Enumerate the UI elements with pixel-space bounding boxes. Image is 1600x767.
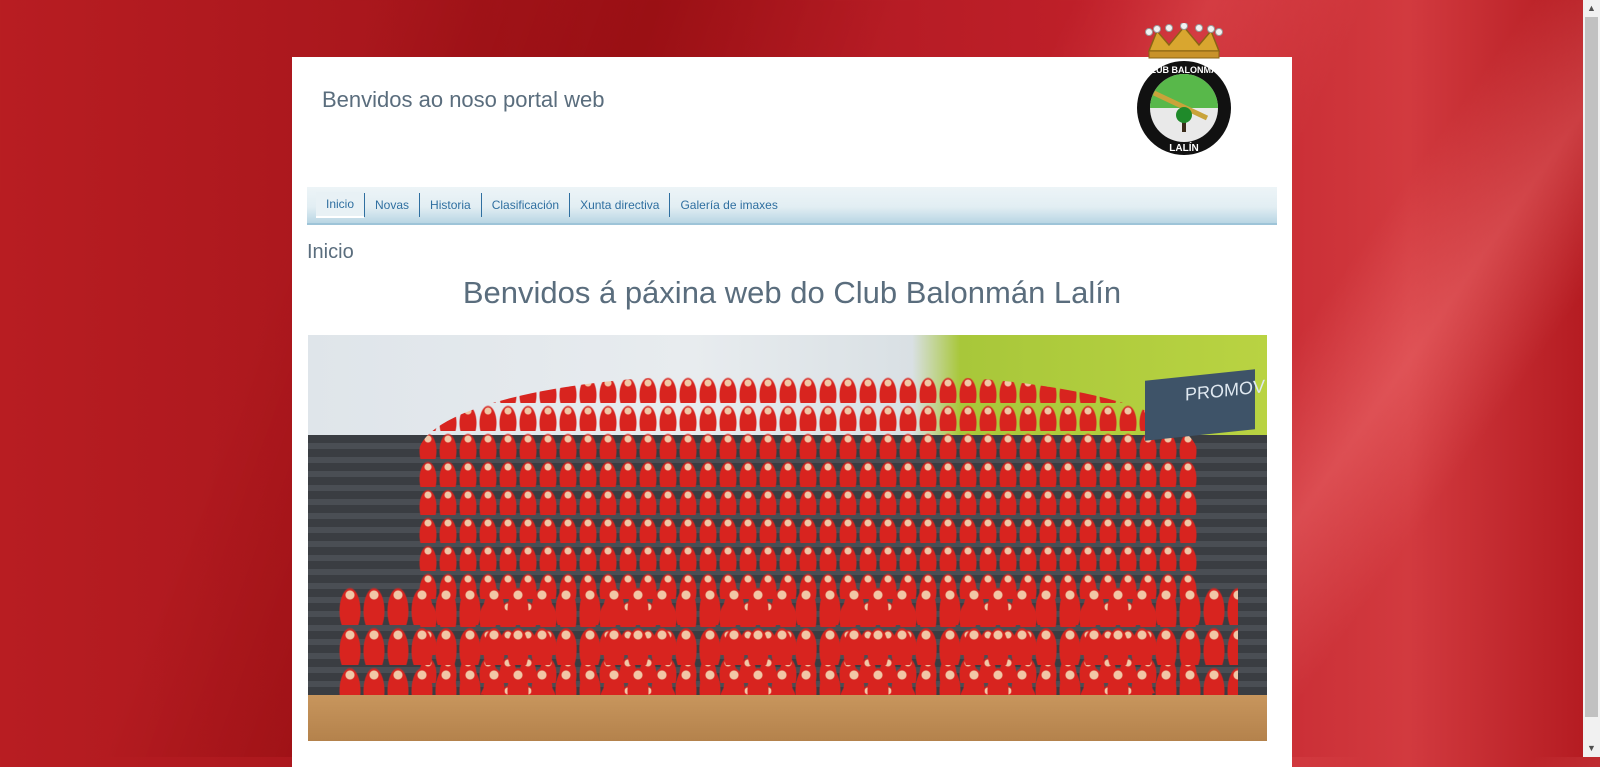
nav-item-inicio[interactable]: Inicio bbox=[316, 192, 365, 218]
scroll-up-arrow-icon[interactable]: ▲ bbox=[1583, 0, 1600, 17]
club-crest-icon: CLUB BALONMÁN LALÍN bbox=[1137, 22, 1231, 155]
club-logo[interactable]: CLUB BALONMÁN LALÍN bbox=[1129, 22, 1239, 163]
scroll-down-arrow-icon[interactable]: ▼ bbox=[1583, 740, 1600, 757]
nav-item-historia[interactable]: Historia bbox=[419, 193, 481, 217]
nav-item-novas[interactable]: Novas bbox=[364, 193, 419, 217]
nav-item-xunta-directiva[interactable]: Xunta directiva bbox=[569, 193, 669, 217]
nav-item-clasificacion[interactable]: Clasificación bbox=[480, 193, 569, 217]
vertical-scrollbar[interactable]: ▲ ▼ bbox=[1583, 0, 1600, 757]
svg-text:LALÍN: LALÍN bbox=[1169, 141, 1198, 154]
site-title: Benvidos ao noso portal web bbox=[322, 87, 605, 112]
page-container: Benvidos ao noso portal web CLUB BALONMÁ… bbox=[292, 22, 1292, 767]
photo-team-front-row bbox=[338, 585, 1238, 695]
welcome-headline: Benvidos á páxina web do Club Balonmán L… bbox=[462, 275, 1122, 310]
svg-text:CLUB BALONMÁN: CLUB BALONMÁN bbox=[1144, 65, 1224, 75]
page-heading: Inicio bbox=[307, 241, 354, 263]
crown-icon bbox=[1145, 22, 1223, 59]
nav-item-galeria-de-imaxes[interactable]: Galería de imaxes bbox=[669, 193, 787, 217]
main-navigation: Inicio Novas Historia Clasificación Xunt… bbox=[307, 187, 1277, 225]
scroll-thumb[interactable] bbox=[1585, 17, 1598, 717]
photo-sponsor-banner: PROMOV bbox=[1145, 369, 1265, 441]
team-photo: PROMOV bbox=[308, 335, 1267, 741]
